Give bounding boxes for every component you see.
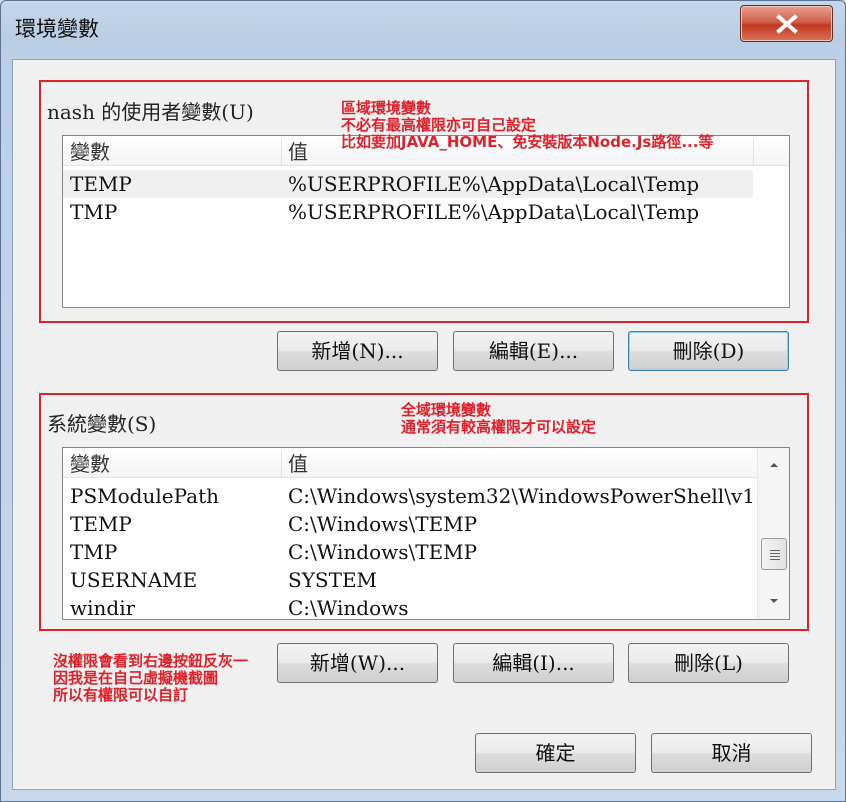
user-delete-button[interactable]: 刪除(D) [628, 331, 789, 371]
dialog-window: 環境變數 nash 的使用者變數(U) 變數 值 TEMP %USERPROFI… [0, 0, 846, 802]
window-title: 環境變數 [15, 17, 99, 41]
system-variables-annotation: 全域環境變數 通常須有較高權限才可以設定 [401, 401, 597, 436]
permission-note-annotation: 沒權限會看到右邊按鈕反灰一 因我是在自己虛擬機截圖 所以有權限可以自訂 [53, 652, 249, 704]
ok-button[interactable]: 確定 [475, 733, 636, 773]
system-new-button[interactable]: 新增(W)... [277, 643, 438, 683]
user-variables-annotation: 區域環境變數 不必有最高權限亦可自己設定 比如要加JAVA_HOME、免安裝版本… [341, 99, 714, 151]
user-new-button[interactable]: 新增(N)... [277, 331, 438, 371]
system-edit-button[interactable]: 編輯(I)... [453, 643, 614, 683]
user-edit-button[interactable]: 編輯(E)... [453, 331, 614, 371]
cancel-button[interactable]: 取消 [651, 733, 812, 773]
system-delete-button[interactable]: 刪除(L) [628, 643, 789, 683]
close-icon [775, 13, 798, 34]
close-button[interactable] [740, 5, 833, 42]
